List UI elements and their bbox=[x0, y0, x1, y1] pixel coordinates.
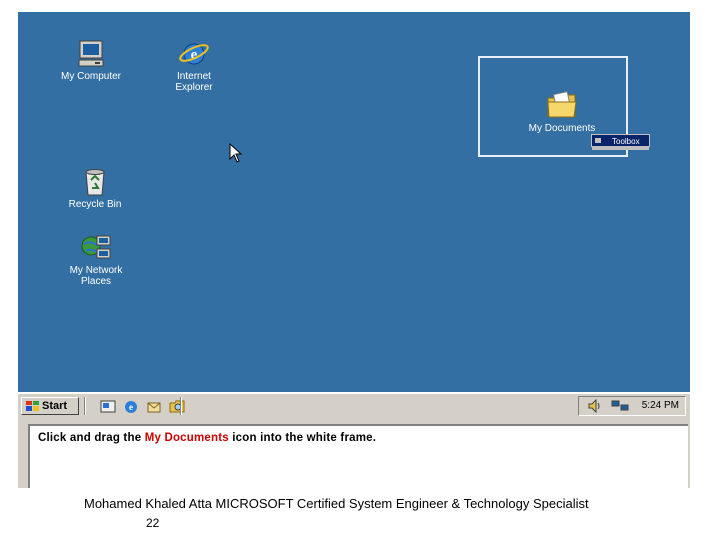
icon-label: My Documents bbox=[528, 123, 596, 134]
instruction-part2: icon into the white frame. bbox=[228, 432, 377, 444]
windows-explorer-icon[interactable] bbox=[169, 399, 185, 414]
recycle-bin-desktop-icon[interactable]: Recycle Bin bbox=[50, 168, 140, 210]
footer-credit: Mohamed Khaled Atta MICROSOFT Certified … bbox=[84, 496, 589, 511]
icon-label-line1: My Network bbox=[69, 265, 123, 276]
taskbar-separator-2 bbox=[180, 397, 182, 415]
icon-label-line2: Explorer bbox=[175, 82, 213, 93]
instruction-box: Click and drag the My Documents icon int… bbox=[28, 424, 688, 488]
folder-icon bbox=[547, 91, 577, 118]
windows-flag-icon bbox=[26, 401, 39, 411]
speaker-icon[interactable] bbox=[587, 399, 603, 413]
clock[interactable]: 5:24 PM bbox=[642, 400, 679, 411]
mouse-pointer-icon bbox=[229, 143, 243, 163]
page-number: 22 bbox=[146, 516, 160, 530]
internet-explorer-icon: e bbox=[179, 43, 209, 65]
toolbox-tooltip: Toolbox bbox=[591, 134, 650, 150]
instruction-highlight: My Documents bbox=[144, 432, 229, 444]
icon-label: My Computer bbox=[60, 71, 121, 82]
system-tray: 5:24 PM bbox=[578, 396, 686, 416]
internet-explorer-quicklaunch-icon[interactable]: e bbox=[123, 399, 139, 414]
taskbar: Start e 5:24 PM bbox=[18, 392, 690, 419]
icon-label-line2: Places bbox=[80, 276, 111, 287]
icon-label-line1: Internet bbox=[177, 71, 211, 82]
my-computer-desktop-icon[interactable]: My Computer bbox=[46, 40, 136, 82]
instruction-part1: Click and drag the bbox=[38, 432, 145, 444]
toolbox-bar bbox=[592, 147, 649, 150]
screen: My Computer e Internet Explorer Recycle … bbox=[18, 12, 690, 488]
my-network-places-desktop-icon[interactable]: My Network Places bbox=[51, 234, 141, 287]
toolbox-square-icon bbox=[595, 138, 601, 143]
computer-icon bbox=[78, 40, 104, 67]
network-icon bbox=[81, 235, 111, 259]
show-desktop-icon[interactable] bbox=[100, 399, 116, 414]
instruction-text: Click and drag the My Documents icon int… bbox=[38, 432, 376, 444]
outlook-express-icon[interactable] bbox=[146, 399, 162, 414]
network-tray-icon[interactable] bbox=[611, 400, 629, 412]
start-label: Start bbox=[42, 400, 68, 412]
desktop: My Computer e Internet Explorer Recycle … bbox=[18, 12, 690, 392]
instruction-panel: Click and drag the My Documents icon int… bbox=[18, 419, 690, 488]
taskbar-separator bbox=[84, 397, 86, 415]
icon-label: Recycle Bin bbox=[68, 199, 122, 210]
internet-explorer-desktop-icon[interactable]: e Internet Explorer bbox=[149, 40, 239, 93]
my-documents-desktop-icon[interactable]: My Documents bbox=[497, 90, 627, 134]
start-button[interactable]: Start bbox=[21, 397, 79, 415]
svg-text:e: e bbox=[129, 402, 133, 412]
recycle-bin-icon bbox=[85, 169, 105, 196]
